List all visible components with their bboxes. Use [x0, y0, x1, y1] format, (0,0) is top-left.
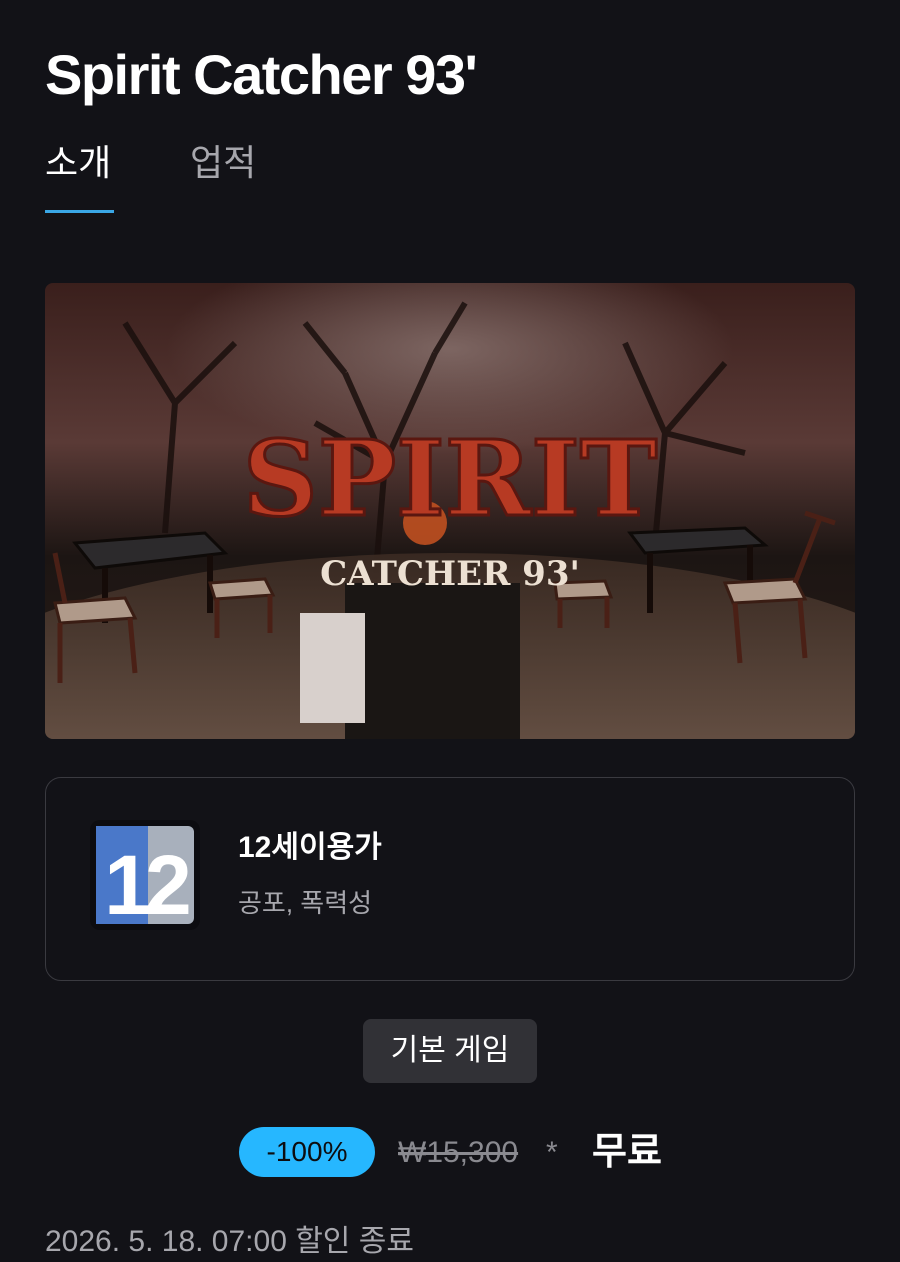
- discount-badge: -100%: [239, 1127, 375, 1177]
- hero-logo-title: SPIRIT: [243, 417, 657, 540]
- hero-image[interactable]: SPIRIT CATCHER 93': [45, 283, 855, 739]
- hero-logo-subtitle: CATCHER 93': [320, 554, 580, 594]
- age-rating-label: 12세이용가: [238, 831, 382, 864]
- tab-achievements[interactable]: 업적: [190, 138, 256, 188]
- age-rating-icon: 12: [90, 820, 200, 930]
- age-rating-card: 12 12세이용가 공포, 폭력성: [45, 777, 855, 981]
- active-tab-indicator: [45, 210, 114, 213]
- age-rating-number: 12: [104, 838, 189, 930]
- tab-overview[interactable]: 소개: [45, 138, 111, 188]
- final-price: 무료: [592, 1131, 662, 1173]
- price-row: -100% ₩15,300 * 무료: [0, 1125, 900, 1181]
- price-asterisk: *: [546, 1136, 558, 1169]
- base-game-tag: 기본 게임: [363, 1019, 537, 1083]
- hero-artwork: SPIRIT CATCHER 93': [45, 283, 855, 739]
- sale-end-date: 2026. 5. 18. 07:00 할인 종료: [45, 1225, 414, 1258]
- content-descriptors: 공포, 폭력성: [238, 888, 373, 918]
- original-price: ₩15,300: [398, 1136, 519, 1169]
- tab-bar: 소개 업적: [45, 138, 865, 214]
- game-title: Spirit Catcher 93': [45, 43, 478, 106]
